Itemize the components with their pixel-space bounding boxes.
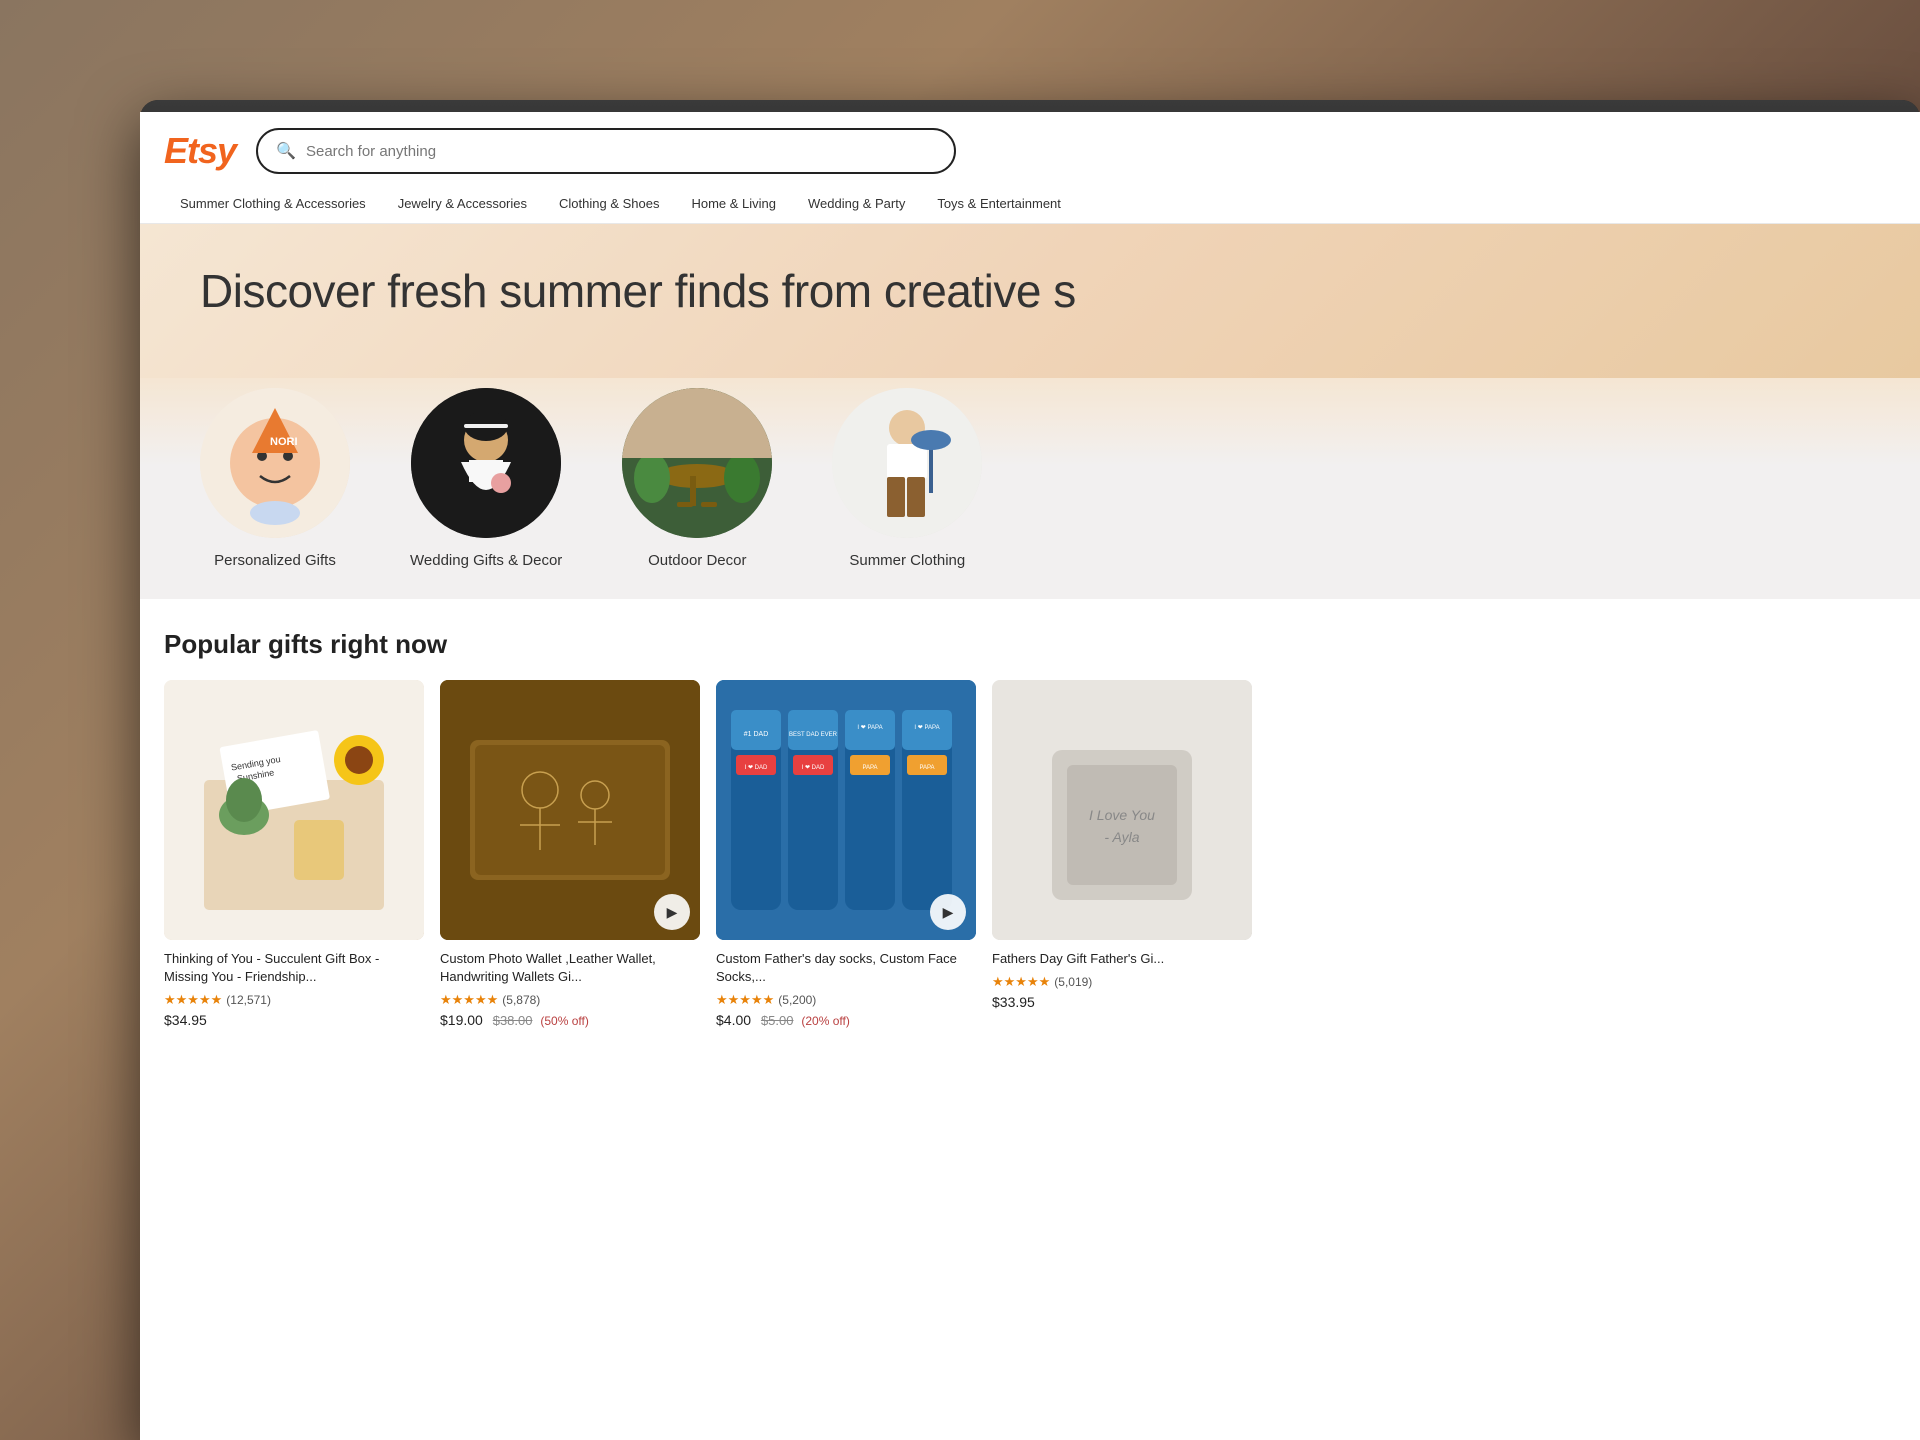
product-card-2[interactable]: ▶ Custom Photo Wallet ,Leather Wallet, H… (440, 680, 700, 1028)
hero-title: Discover fresh summer finds from creativ… (200, 264, 1860, 318)
product-title-3: Custom Father's day socks, Custom Face S… (716, 950, 976, 986)
svg-text:- Ayla: - Ayla (1104, 829, 1139, 845)
category-circle-summer (832, 388, 982, 538)
website-content: Etsy 🔍 Search for anything Summer Clothi… (140, 112, 1920, 1440)
product-card-1[interactable]: Sending you Sunshine Thin (164, 680, 424, 1028)
nav-wedding-party[interactable]: Wedding & Party (792, 186, 921, 223)
product-stars-3: ★★★★★ (5,200) (716, 992, 976, 1008)
stars-icon-4: ★★★★★ (992, 974, 1050, 990)
price-value-1: $34.95 (164, 1012, 207, 1028)
product-image-1: Sending you Sunshine (164, 680, 424, 940)
category-personalized-gifts[interactable]: NORI Personalized Gifts (200, 388, 350, 569)
hero-banner: Discover fresh summer finds from creativ… (140, 224, 1920, 378)
product-img-inner-4: I Love You - Ayla (992, 680, 1252, 940)
svg-text:I ❤ DAD: I ❤ DAD (802, 765, 825, 771)
category-outdoor[interactable]: Outdoor Decor (622, 388, 772, 569)
category-label-summer: Summer Clothing (849, 552, 965, 569)
svg-text:NORI: NORI (270, 436, 298, 448)
review-count-2: (5,878) (502, 993, 540, 1007)
popular-gifts-section: Popular gifts right now Sending you Suns… (140, 599, 1920, 1048)
product-image-3: #1 DAD I ❤ DAD BEST DAD EVER I ❤ DAD (716, 680, 976, 940)
price-value-2: $19.00 (440, 1012, 483, 1028)
etsy-logo[interactable]: Etsy (164, 130, 236, 172)
product-image-2: ▶ (440, 680, 700, 940)
product-stars-2: ★★★★★ (5,878) (440, 992, 700, 1008)
price-value-4: $33.95 (992, 994, 1035, 1010)
product-price-1: $34.95 (164, 1012, 424, 1028)
review-count-3: (5,200) (778, 993, 816, 1007)
summer-image (832, 388, 982, 538)
outdoor-image (622, 388, 772, 538)
popular-gifts-title: Popular gifts right now (164, 629, 1896, 660)
product-title-1: Thinking of You - Succulent Gift Box - M… (164, 950, 424, 986)
products-grid: Sending you Sunshine Thin (164, 680, 1896, 1028)
stars-icon-1: ★★★★★ (164, 992, 222, 1008)
category-label-personalized: Personalized Gifts (214, 552, 336, 569)
stars-icon-2: ★★★★★ (440, 992, 498, 1008)
product-price-2: $19.00 $38.00 (50% off) (440, 1012, 700, 1028)
categories-row: NORI Personalized Gifts (140, 378, 1920, 599)
search-bar[interactable]: 🔍 Search for anything (256, 128, 956, 174)
nav-summer-clothing[interactable]: Summer Clothing & Accessories (164, 186, 382, 223)
nav-home-living[interactable]: Home & Living (675, 186, 792, 223)
category-label-wedding: Wedding Gifts & Decor (410, 552, 562, 569)
svg-text:PAPA: PAPA (862, 765, 877, 771)
category-circle-personalized: NORI (200, 388, 350, 538)
category-summer[interactable]: Summer Clothing (832, 388, 982, 569)
category-circle-outdoor (622, 388, 772, 538)
review-count-1: (12,571) (226, 993, 271, 1007)
etsy-nav: Summer Clothing & Accessories Jewelry & … (164, 186, 1896, 223)
category-label-outdoor: Outdoor Decor (648, 552, 746, 569)
nav-clothing-shoes[interactable]: Clothing & Shoes (543, 186, 675, 223)
etsy-top-row: Etsy 🔍 Search for anything (164, 128, 1896, 174)
search-icon: 🔍 (276, 141, 296, 161)
price-value-3: $4.00 (716, 1012, 751, 1028)
svg-text:BEST DAD EVER: BEST DAD EVER (789, 732, 838, 738)
product-price-3: $4.00 $5.00 (20% off) (716, 1012, 976, 1028)
product-title-4: Fathers Day Gift Father's Gi... (992, 950, 1252, 968)
svg-text:PAPA: PAPA (919, 765, 934, 771)
product-image-4: I Love You - Ayla (992, 680, 1252, 940)
price-discount-2: (50% off) (540, 1014, 588, 1028)
product-stars-4: ★★★★★ (5,019) (992, 974, 1252, 990)
personalized-image: NORI (200, 388, 350, 538)
nav-toys[interactable]: Toys & Entertainment (921, 186, 1077, 223)
product-card-4[interactable]: I Love You - Ayla Fathers Day Gift Fathe… (992, 680, 1252, 1028)
product-title-2: Custom Photo Wallet ,Leather Wallet, Han… (440, 950, 700, 986)
svg-text:I ❤ PAPA: I ❤ PAPA (914, 725, 939, 731)
svg-text:#1 DAD: #1 DAD (744, 731, 769, 738)
play-button-3[interactable]: ▶ (930, 894, 966, 930)
nav-jewelry[interactable]: Jewelry & Accessories (382, 186, 543, 223)
etsy-header: Etsy 🔍 Search for anything Summer Clothi… (140, 112, 1920, 224)
product-stars-1: ★★★★★ (12,571) (164, 992, 424, 1008)
price-discount-3: (20% off) (801, 1014, 849, 1028)
category-wedding[interactable]: Wedding Gifts & Decor (410, 388, 562, 569)
wedding-image (411, 388, 561, 538)
play-button-2[interactable]: ▶ (654, 894, 690, 930)
product-price-4: $33.95 (992, 994, 1252, 1010)
svg-text:I Love You: I Love You (1089, 807, 1155, 823)
svg-text:I ❤ PAPA: I ❤ PAPA (857, 725, 882, 731)
product-img-inner-1: Sending you Sunshine (164, 680, 424, 940)
product-card-3[interactable]: #1 DAD I ❤ DAD BEST DAD EVER I ❤ DAD (716, 680, 976, 1028)
review-count-4: (5,019) (1054, 975, 1092, 989)
price-original-3: $5.00 (761, 1013, 794, 1028)
price-original-2: $38.00 (493, 1013, 533, 1028)
search-input[interactable]: Search for anything (306, 143, 436, 160)
svg-text:I ❤ DAD: I ❤ DAD (745, 765, 768, 771)
category-circle-wedding (411, 388, 561, 538)
stars-icon-3: ★★★★★ (716, 992, 774, 1008)
